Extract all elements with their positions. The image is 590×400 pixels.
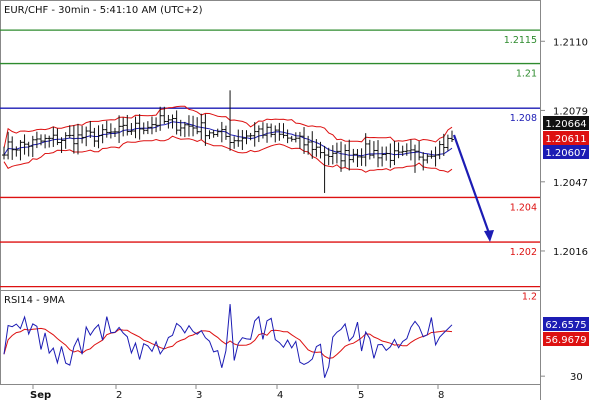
y-tick-label: 1.2047 [553,178,588,189]
level-label: 1.202 [510,247,537,258]
x-tick-label: 8 [438,390,444,400]
price-badge: 1.20664 [545,119,586,130]
level-label: 1.2 [522,292,537,303]
level-label: 1.2115 [504,35,537,46]
y-tick-label: 1.2079 [553,106,588,117]
y-tick-label: 1.2016 [553,247,588,258]
x-tick-label: 5 [358,390,364,400]
y-tick-label: 1.2110 [553,37,588,48]
level-label: 1.204 [510,202,537,213]
main-chart-title: EUR/CHF - 30min - 5:41:10 AM (UTC+2) [4,5,203,16]
rsi-badge: 56.9679 [545,335,586,346]
level-label: 1.21 [516,69,537,80]
price-badge: 1.20611 [545,134,586,145]
rsi-y-tick-label: 30 [570,372,583,383]
eurchf-chart: 1.2115 1.21 1.208 1.204 1.202 1.2 1.2110 1.207… [0,0,590,400]
x-tick-label: 4 [277,390,283,400]
rsi-badge: 62.6575 [545,320,586,331]
rsi-chart-title: RSI14 - 9MA [4,295,65,306]
x-tick-label: 3 [196,390,202,400]
x-tick-label: 2 [116,390,122,400]
x-tick-label: Sep [30,390,51,400]
level-label: 1.208 [510,113,537,124]
price-badge: 1.20607 [545,148,586,159]
